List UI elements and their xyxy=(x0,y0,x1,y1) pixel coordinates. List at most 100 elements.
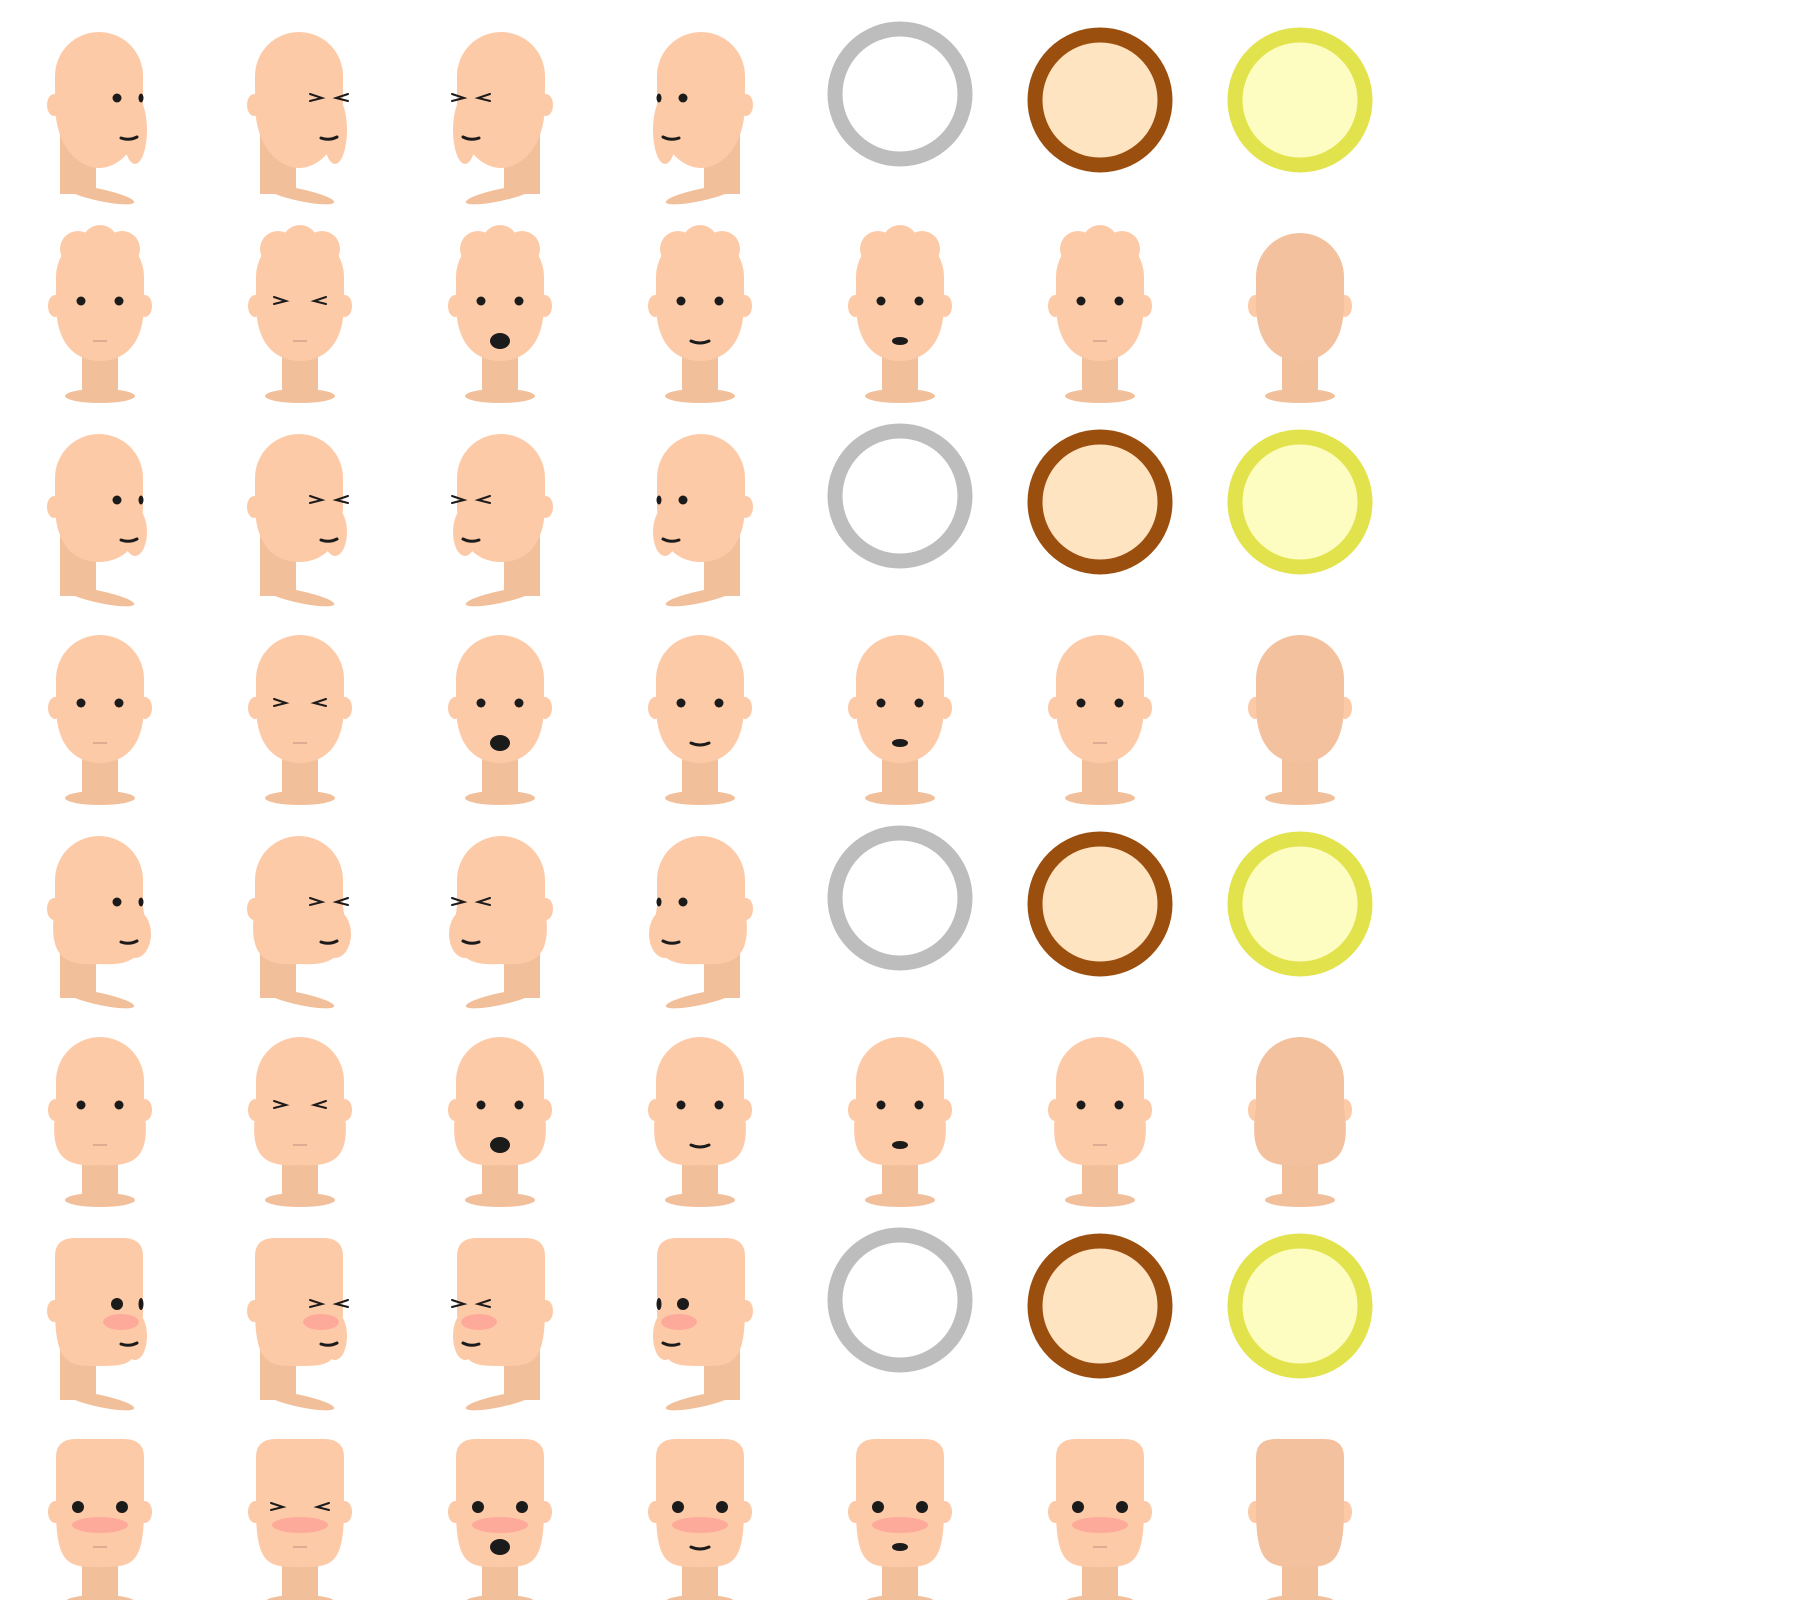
eye-dot xyxy=(876,698,886,708)
ring-brown-circle xyxy=(1027,1233,1173,1379)
side-head-side-left-neutral xyxy=(653,1238,753,1411)
ring-yellow-icon xyxy=(1227,429,1373,575)
face-shape xyxy=(56,635,144,763)
front-head-neutral xyxy=(48,225,152,403)
hair-tuft xyxy=(282,225,318,261)
eye-dot xyxy=(138,93,144,103)
back-of-head-shape xyxy=(1254,1037,1346,1166)
ring-yellow-circle xyxy=(1227,429,1373,575)
front-head-neutral xyxy=(48,635,152,805)
ring-yellow-circle xyxy=(1227,27,1373,173)
eye-dot xyxy=(916,1501,928,1513)
eye-dot xyxy=(72,1501,84,1513)
eye-dot xyxy=(476,296,486,306)
eye-dot xyxy=(1076,1100,1086,1110)
eye-dot xyxy=(678,93,688,103)
ring-gray-icon xyxy=(827,1227,973,1373)
front-head-neutral xyxy=(48,1439,152,1600)
eye-dot xyxy=(676,1100,686,1110)
eye-dot xyxy=(514,698,524,708)
eye-dot xyxy=(516,1501,528,1513)
side-head-side-right-neutral xyxy=(47,434,147,607)
mouth-small-open xyxy=(892,739,908,747)
eye-dot xyxy=(656,1298,662,1310)
ring-gray-icon xyxy=(827,423,973,569)
front-head-squint xyxy=(248,1439,352,1600)
ring-brown-icon xyxy=(1027,27,1173,173)
eye-dot xyxy=(656,93,662,103)
jaw xyxy=(653,508,677,556)
eye-dot xyxy=(876,1100,886,1110)
eye-dot xyxy=(676,698,686,708)
front-head-small-open xyxy=(848,1439,952,1600)
blush xyxy=(872,1517,928,1533)
hair-tuft xyxy=(1082,225,1118,261)
front-head-flat xyxy=(1048,1439,1152,1600)
eye-dot xyxy=(1072,1501,1084,1513)
eye-dot xyxy=(716,1501,728,1513)
blush xyxy=(272,1517,328,1533)
jaw xyxy=(649,910,681,958)
front-head-open-mouth xyxy=(448,635,552,805)
blush xyxy=(661,1314,697,1330)
eye-dot xyxy=(1114,698,1124,708)
front-head-small-open xyxy=(848,1037,952,1207)
jaw xyxy=(449,910,481,958)
front-head-back-of-head xyxy=(1248,233,1352,403)
mouth-open xyxy=(490,333,510,349)
eye-dot xyxy=(714,296,724,306)
eye-dot xyxy=(1076,296,1086,306)
ring-brown-circle xyxy=(1027,831,1173,977)
side-head-side-left-neutral xyxy=(653,434,753,607)
hair-tuft xyxy=(882,225,918,261)
front-head-smile xyxy=(648,1037,752,1207)
ring-brown-icon xyxy=(1027,1233,1173,1379)
eye-dot xyxy=(138,897,144,907)
eye-dot xyxy=(914,698,924,708)
eye-dot xyxy=(138,495,144,505)
side-head-side-left-squint xyxy=(451,434,553,607)
ring-yellow-circle xyxy=(1227,1233,1373,1379)
front-head-flat xyxy=(1048,1037,1152,1207)
side-head-side-right-neutral xyxy=(47,836,151,1009)
eye-dot xyxy=(114,296,124,306)
character-face-sprite-sheet xyxy=(47,21,1373,1600)
blush xyxy=(672,1517,728,1533)
ring-gray-circle xyxy=(827,825,973,971)
jaw xyxy=(323,508,347,556)
side-head-side-left-squint xyxy=(449,836,553,1009)
side-head-side-left-squint xyxy=(451,1238,553,1411)
ring-brown-circle xyxy=(1027,27,1173,173)
eye-dot xyxy=(138,1298,144,1310)
blush xyxy=(1072,1517,1128,1533)
jaw xyxy=(323,96,347,164)
eye-dot xyxy=(656,495,662,505)
eye-dot xyxy=(656,897,662,907)
front-head-back-of-head xyxy=(1248,635,1352,805)
eye-dot xyxy=(76,296,86,306)
face-shape xyxy=(254,1037,346,1166)
face-shape xyxy=(54,1037,146,1166)
front-head-open-mouth xyxy=(448,1037,552,1207)
face-shape xyxy=(1056,635,1144,763)
front-head-flat xyxy=(1048,635,1152,805)
ring-gray-circle xyxy=(827,21,973,167)
jaw xyxy=(119,910,151,958)
front-head-small-open xyxy=(848,225,952,403)
eye-dot xyxy=(114,698,124,708)
front-head-squint xyxy=(248,225,352,403)
side-head-side-right-squint xyxy=(247,434,349,607)
mouth-open xyxy=(490,1137,510,1153)
jaw xyxy=(319,910,351,958)
eye-dot xyxy=(714,698,724,708)
face-shape xyxy=(256,635,344,763)
side-head-side-right-squint xyxy=(247,32,349,205)
side-head-side-right-neutral xyxy=(47,1238,147,1411)
eye-dot xyxy=(112,897,122,907)
hair-tuft xyxy=(682,225,718,261)
side-head-side-left-neutral xyxy=(649,836,753,1009)
eye-dot xyxy=(872,1501,884,1513)
side-head-side-right-squint xyxy=(247,836,351,1009)
eye-dot xyxy=(472,1501,484,1513)
eye-dot xyxy=(1076,698,1086,708)
